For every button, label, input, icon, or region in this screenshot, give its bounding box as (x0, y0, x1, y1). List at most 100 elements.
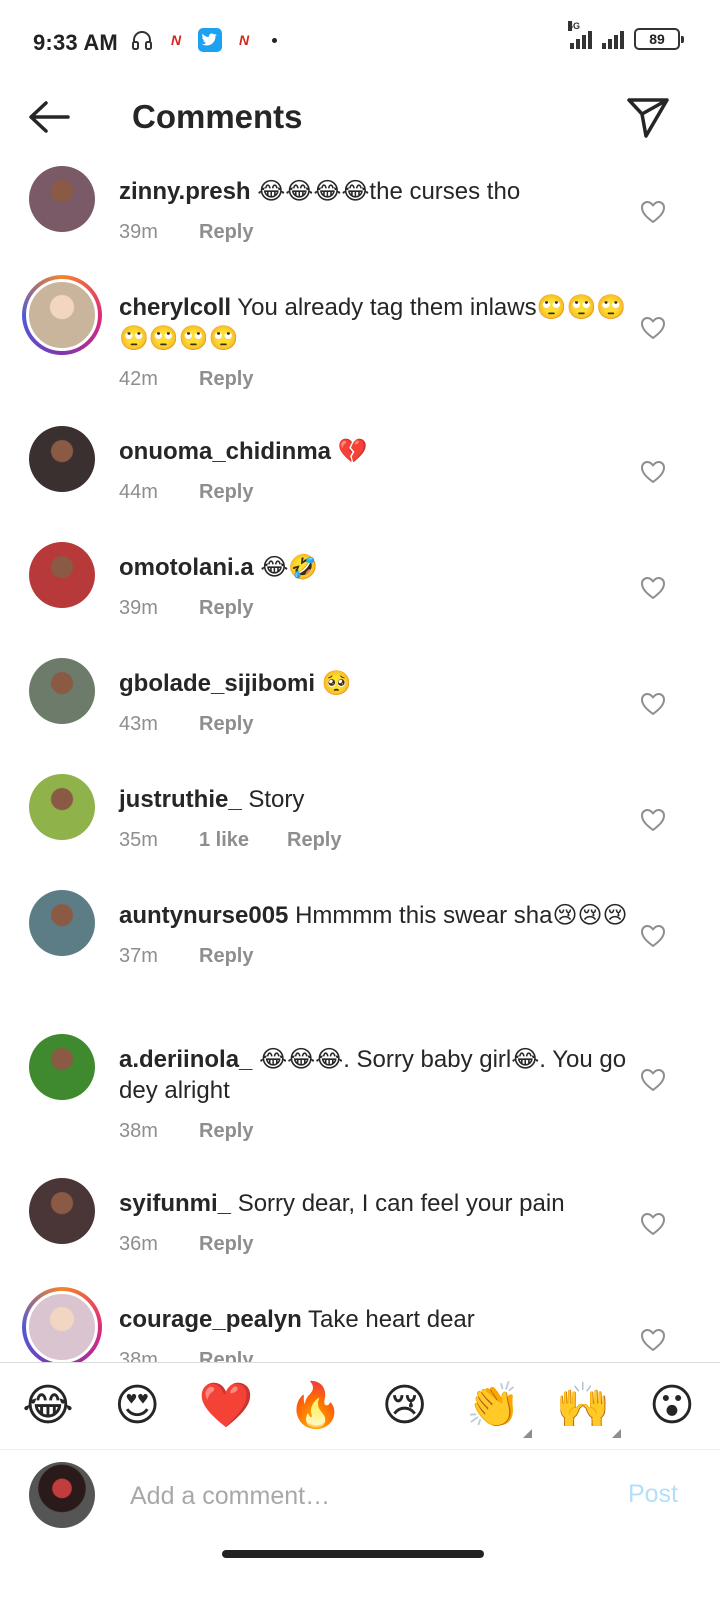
comment-meta: 35m 1 like Reply (119, 825, 629, 856)
comment-item[interactable]: omotolani.a 😂🤣 39m Reply (0, 542, 720, 662)
comment-username[interactable]: gbolade_sijibomi (119, 670, 315, 697)
back-arrow-icon[interactable] (26, 98, 72, 136)
avatar[interactable] (29, 166, 95, 232)
comment-username[interactable]: cherylcoll (119, 294, 231, 321)
reply-button[interactable]: Reply (199, 477, 253, 508)
heart-icon[interactable] (640, 200, 666, 224)
comment-text: cherylcoll You already tag them inlaws🙄🙄… (119, 292, 629, 354)
comment-item[interactable]: auntynurse005 Hmmmm this swear sha😢😢😢 37m… (0, 890, 720, 1038)
comment-item[interactable]: onuoma_chidinma 💔 44m Reply (0, 426, 720, 546)
comment-message: 😂😂😂😂the curses tho (257, 178, 521, 205)
emoji-button[interactable]: 😢 (377, 1380, 433, 1432)
header: Comments (0, 84, 720, 154)
network-type: 4G (568, 21, 581, 31)
home-indicator[interactable] (222, 1550, 484, 1558)
comment-username[interactable]: justruthie_ (119, 786, 242, 813)
comment-username[interactable]: courage_pealyn (119, 1306, 302, 1333)
comment-text: omotolani.a 😂🤣 (119, 552, 629, 583)
comment-username[interactable]: zinny.presh (119, 178, 251, 205)
reply-button[interactable]: Reply (199, 217, 253, 248)
battery-icon: 89 (634, 28, 684, 50)
news-icon: N (238, 32, 250, 48)
comment-message: Sorry dear, I can feel your pain (237, 1190, 565, 1217)
heart-icon[interactable] (640, 576, 666, 600)
comment-item[interactable]: cherylcoll You already tag them inlaws🙄🙄… (0, 275, 720, 430)
comment-time: 42m (119, 368, 158, 390)
signal-icon (602, 29, 624, 49)
comment-composer: Post (0, 1450, 720, 1550)
comment-username[interactable]: syifunmi_ (119, 1190, 231, 1217)
comment-item[interactable]: syifunmi_ Sorry dear, I can feel your pa… (0, 1178, 720, 1298)
comment-time: 35m (119, 829, 158, 851)
comment-item[interactable]: gbolade_sijibomi 🥺 43m Reply (0, 658, 720, 778)
avatar[interactable] (29, 774, 95, 840)
direct-icon[interactable] (626, 96, 670, 138)
comment-username[interactable]: omotolani.a (119, 554, 254, 581)
status-system-icons: 4G 89 (568, 21, 684, 50)
heart-icon[interactable] (640, 1212, 666, 1236)
reply-button[interactable]: Reply (199, 1229, 253, 1260)
reply-button[interactable]: Reply (199, 364, 253, 395)
comment-text: zinny.presh 😂😂😂😂the curses tho (119, 176, 629, 207)
comment-message: Hmmmm this swear sha😢😢😢 (295, 902, 628, 929)
heart-icon[interactable] (640, 316, 666, 340)
reply-button[interactable]: Reply (287, 825, 341, 856)
emoji-button[interactable]: 👏 (466, 1380, 532, 1438)
avatar[interactable] (29, 1178, 95, 1244)
comment-time: 44m (119, 481, 158, 503)
comment-text: auntynurse005 Hmmmm this swear sha😢😢😢 (119, 900, 629, 931)
heart-icon[interactable] (640, 1068, 666, 1092)
reply-button[interactable]: Reply (199, 1116, 253, 1147)
avatar[interactable] (29, 890, 95, 956)
reply-button[interactable]: Reply (199, 709, 253, 740)
avatar[interactable] (29, 426, 95, 492)
comment-text: gbolade_sijibomi 🥺 (119, 668, 629, 699)
comment-item[interactable]: a.deriinola_ 😂😂😂. Sorry baby girl😂. You … (0, 1034, 720, 1182)
comment-meta: 42m Reply (119, 364, 629, 395)
emoji-button[interactable]: 😮 (644, 1380, 700, 1432)
comment-username[interactable]: onuoma_chidinma (119, 438, 331, 465)
headphone-icon (132, 31, 152, 50)
comment-text: syifunmi_ Sorry dear, I can feel your pa… (119, 1188, 629, 1219)
comment-time: 36m (119, 1233, 158, 1255)
emoji-button[interactable]: 🔥 (287, 1380, 343, 1432)
avatar[interactable] (29, 658, 95, 724)
dot-icon (272, 37, 277, 43)
comment-meta: 43m Reply (119, 709, 629, 740)
comment-time: 37m (119, 945, 158, 967)
comment-input[interactable] (130, 1478, 570, 1514)
post-button[interactable]: Post (628, 1480, 678, 1509)
twitter-icon (198, 28, 222, 52)
avatar[interactable] (22, 275, 102, 355)
comment-meta: 38m Reply (119, 1116, 629, 1147)
comment-like-count[interactable]: 1 like (199, 825, 287, 856)
reply-button[interactable]: Reply (199, 941, 253, 972)
emoji-button[interactable]: ❤️ (198, 1380, 254, 1432)
battery-level: 89 (649, 31, 665, 47)
heart-icon[interactable] (640, 460, 666, 484)
heart-icon[interactable] (640, 924, 666, 948)
emoji-button[interactable]: 🙌 (555, 1380, 621, 1438)
heart-icon[interactable] (640, 692, 666, 716)
heart-icon[interactable] (640, 808, 666, 832)
emoji-button[interactable]: 😂 (20, 1380, 76, 1432)
comment-username[interactable]: a.deriinola_ (119, 1046, 252, 1073)
comment-message: Story (248, 786, 305, 813)
avatar[interactable] (29, 542, 95, 608)
comment-meta: 39m Reply (119, 593, 629, 624)
comment-item[interactable]: zinny.presh 😂😂😂😂the curses tho 39m Reply (0, 166, 720, 286)
comment-item[interactable]: justruthie_ Story 35m 1 like Reply (0, 774, 720, 894)
status-notification-icons: N N (130, 28, 277, 52)
emoji-button[interactable]: 😍 (109, 1380, 165, 1432)
avatar[interactable] (22, 1287, 102, 1367)
emoji-quick-bar: 😂 😍 ❤️ 🔥 😢 👏 🙌 😮 (0, 1362, 720, 1450)
comments-list[interactable]: zinny.presh 😂😂😂😂the curses tho 39m Reply ch… (0, 154, 720, 1386)
heart-icon[interactable] (640, 1328, 666, 1352)
reply-button[interactable]: Reply (199, 593, 253, 624)
comment-username[interactable]: auntynurse005 (119, 902, 288, 929)
comment-text: onuoma_chidinma 💔 (119, 436, 629, 467)
status-time: 9:33 AM (33, 30, 118, 55)
news-icon: N (170, 32, 182, 48)
avatar[interactable] (29, 1034, 95, 1100)
comment-time: 39m (119, 597, 158, 619)
